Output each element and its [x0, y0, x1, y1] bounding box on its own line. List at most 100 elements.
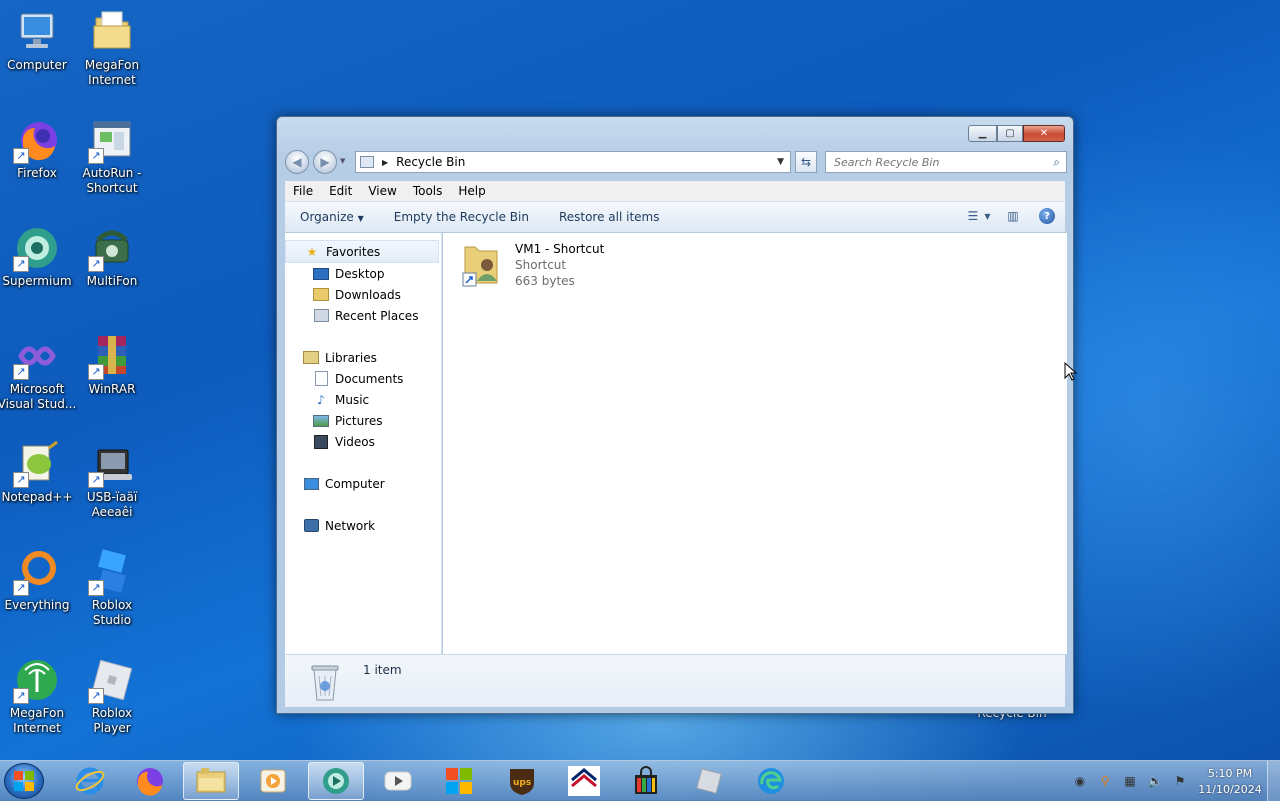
downloads-icon: [313, 288, 329, 302]
chevron-down-icon: ▼: [984, 211, 991, 221]
shortcut-arrow-icon: ↗: [88, 580, 104, 596]
breadcrumb-recycle-bin[interactable]: Recycle Bin: [396, 155, 777, 169]
desktop-icon-roblox-studio[interactable]: ↗ Roblox Studio: [72, 548, 152, 628]
taskbar: ups ◉ ⚲ ▦ 🔈 ⚑ 5:10 PM 11/10/2024: [0, 760, 1280, 801]
nav-downloads[interactable]: Downloads: [285, 284, 441, 305]
command-bar: Organize ▼ Empty the Recycle Bin Restore…: [285, 202, 1065, 233]
preview-pane-icon: ▥: [1007, 209, 1019, 223]
maximize-button[interactable]: ▢: [997, 125, 1023, 142]
menu-tools[interactable]: Tools: [405, 184, 451, 198]
desktop-icon-megafon-internet[interactable]: ↗ MegaFon Internet: [0, 656, 77, 736]
system-tray: ◉ ⚲ ▦ 🔈 ⚑: [1072, 773, 1188, 789]
menu-file[interactable]: File: [285, 184, 321, 198]
desktop-icon-firefox[interactable]: ↗ Firefox: [0, 116, 77, 181]
taskbar-windows-explorer[interactable]: [183, 762, 239, 800]
taskbar-bank-of-america[interactable]: [556, 762, 612, 800]
internet-explorer-icon: [75, 767, 105, 795]
details-pane: 1 item: [285, 654, 1065, 707]
recent-pages-dropdown-icon[interactable]: ▼: [340, 157, 345, 165]
shortcut-folder-icon: [461, 241, 503, 289]
tray-app-icon[interactable]: ◉: [1072, 773, 1088, 789]
shortcut-arrow-icon: ↗: [88, 256, 104, 272]
taskbar-roblox[interactable]: [681, 762, 737, 800]
help-button[interactable]: ?: [1037, 206, 1057, 226]
file-type: Shortcut: [515, 258, 567, 272]
videos-icon: [313, 434, 329, 449]
star-icon: ★: [306, 244, 318, 259]
address-dropdown-icon[interactable]: ▼: [777, 157, 784, 167]
taskbar-internet-explorer[interactable]: [62, 762, 118, 800]
desktop-icon-autorun[interactable]: ↗ AutoRun - Shortcut: [72, 116, 152, 196]
nav-libraries[interactable]: Libraries: [285, 347, 441, 368]
show-desktop-button[interactable]: [1267, 761, 1280, 801]
refresh-button[interactable]: ⇆: [795, 151, 817, 173]
breadcrumb-chevron-icon[interactable]: ▶: [382, 158, 388, 167]
back-button[interactable]: ◀: [285, 150, 309, 174]
taskbar-microsoft-edge[interactable]: [743, 762, 799, 800]
taskbar-supermium[interactable]: [308, 762, 364, 800]
menu-view[interactable]: View: [360, 184, 404, 198]
roblox-icon: [696, 768, 722, 794]
desktop-icon-supermium[interactable]: ↗ Supermium: [0, 224, 77, 289]
close-button[interactable]: ✕: [1023, 125, 1065, 142]
taskbar-youtube[interactable]: [370, 762, 426, 800]
bank-of-america-icon: [568, 766, 600, 796]
preview-pane-button[interactable]: ▥: [1003, 206, 1023, 226]
taskbar-media-player[interactable]: [245, 762, 301, 800]
tray-search-icon[interactable]: ⚲: [1097, 773, 1113, 789]
taskbar-microsoft-store[interactable]: [431, 762, 487, 800]
nav-network[interactable]: Network: [285, 515, 441, 536]
nav-computer[interactable]: Computer: [285, 473, 441, 494]
organize-button[interactable]: Organize ▼: [285, 210, 379, 224]
recycle-bin-icon: [307, 660, 343, 702]
nav-videos[interactable]: Videos: [285, 431, 441, 452]
file-list: VM1 - Shortcut Shortcut 663 bytes: [443, 233, 1067, 654]
file-item-vm1-shortcut[interactable]: VM1 - Shortcut Shortcut 663 bytes: [461, 241, 604, 289]
tray-network-icon[interactable]: ▦: [1122, 773, 1138, 789]
taskbar-firefox[interactable]: [122, 762, 178, 800]
taskbar-shop[interactable]: [618, 762, 674, 800]
roblox-studio-icon: ↗: [88, 548, 136, 596]
search-icon[interactable]: ⌕: [1053, 155, 1060, 170]
firefox-icon: ↗: [13, 116, 61, 164]
nav-pictures[interactable]: Pictures: [285, 410, 441, 431]
tray-volume-muted-icon[interactable]: 🔈: [1147, 773, 1163, 789]
minimize-icon: ▁: [978, 128, 987, 139]
back-arrow-icon: ◀: [292, 155, 302, 169]
desktop-icon-computer[interactable]: Computer: [0, 8, 77, 73]
shortcut-arrow-icon: ↗: [13, 688, 29, 704]
desktop-icon-notepadpp[interactable]: ↗ Notepad++: [0, 440, 77, 505]
nav-recent-places[interactable]: Recent Places: [285, 305, 441, 326]
tray-action-center-flag-icon[interactable]: ⚑: [1172, 773, 1188, 789]
nav-desktop[interactable]: Desktop: [285, 263, 441, 284]
address-bar[interactable]: ▶ Recycle Bin ▼: [355, 151, 791, 173]
forward-button[interactable]: ▶: [313, 150, 337, 174]
empty-recycle-bin-button[interactable]: Empty the Recycle Bin: [379, 210, 544, 224]
maximize-icon: ▢: [1005, 128, 1015, 139]
taskbar-ups[interactable]: ups: [494, 762, 550, 800]
restore-all-items-button[interactable]: Restore all items: [544, 210, 675, 224]
desktop-icon-usb-modem[interactable]: ↗ USB-ïaäï Aeeaêi: [72, 440, 152, 520]
desktop-icon-visual-studio[interactable]: ↗ Microsoft Visual Stud...: [0, 332, 77, 412]
nav-music[interactable]: ♪ Music: [285, 389, 441, 410]
desktop-icon-megafon-internet-folder[interactable]: MegaFon Internet: [72, 8, 152, 88]
desktop-icon-roblox-player[interactable]: ↗ Roblox Player: [72, 656, 152, 736]
shortcut-arrow-icon: ↗: [88, 148, 104, 164]
documents-icon: [313, 371, 329, 386]
taskbar-clock[interactable]: 5:10 PM 11/10/2024: [1196, 766, 1264, 798]
roblox-player-icon: ↗: [88, 656, 136, 704]
desktop-icon-multifon[interactable]: ↗ MultiFon: [72, 224, 152, 289]
desktop-icon-winrar[interactable]: ↗ WinRAR: [72, 332, 152, 397]
minimize-button[interactable]: ▁: [968, 125, 997, 142]
menu-edit[interactable]: Edit: [321, 184, 360, 198]
start-button[interactable]: [4, 763, 44, 799]
computer-small-icon: [303, 477, 319, 491]
nav-favorites[interactable]: ★ Favorites: [285, 240, 439, 263]
autorun-icon: ↗: [88, 116, 136, 164]
menu-help[interactable]: Help: [450, 184, 493, 198]
change-view-button[interactable]: ☰ ▼: [968, 206, 991, 226]
desktop-icon-everything[interactable]: ↗ Everything: [0, 548, 77, 613]
recycle-bin-small-icon: [360, 156, 374, 168]
nav-documents[interactable]: Documents: [285, 368, 441, 389]
search-input[interactable]: [832, 154, 1054, 170]
